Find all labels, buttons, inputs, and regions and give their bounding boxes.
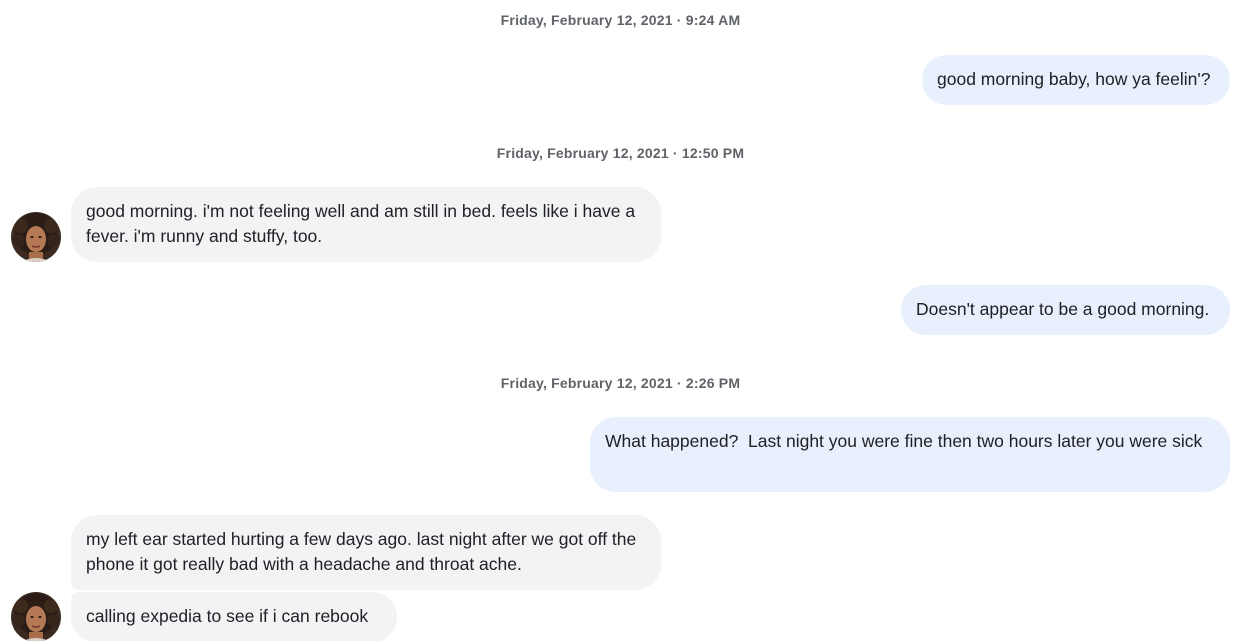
message-thread: Friday, February 12, 2021 · 9:24 AM good… bbox=[0, 0, 1241, 641]
contact-avatar[interactable] bbox=[11, 592, 61, 641]
incoming-message[interactable]: calling expedia to see if i can rebook bbox=[71, 592, 397, 641]
incoming-message[interactable]: my left ear started hurting a few days a… bbox=[71, 515, 661, 590]
outgoing-message[interactable]: What happened? Last night you were fine … bbox=[590, 417, 1230, 492]
timestamp-divider: Friday, February 12, 2021 · 9:24 AM bbox=[500, 12, 741, 28]
incoming-message[interactable]: good morning. i'm not feeling well and a… bbox=[71, 187, 661, 262]
avatar-photo-icon bbox=[11, 212, 61, 262]
avatar-photo-icon bbox=[11, 592, 61, 641]
timestamp-divider: Friday, February 12, 2021 · 12:50 PM bbox=[496, 145, 745, 161]
contact-avatar[interactable] bbox=[11, 212, 61, 262]
outgoing-message[interactable]: Doesn't appear to be a good morning. bbox=[901, 285, 1230, 335]
outgoing-message[interactable]: good morning baby, how ya feelin'? bbox=[922, 55, 1230, 105]
timestamp-divider: Friday, February 12, 2021 · 2:26 PM bbox=[500, 375, 741, 391]
